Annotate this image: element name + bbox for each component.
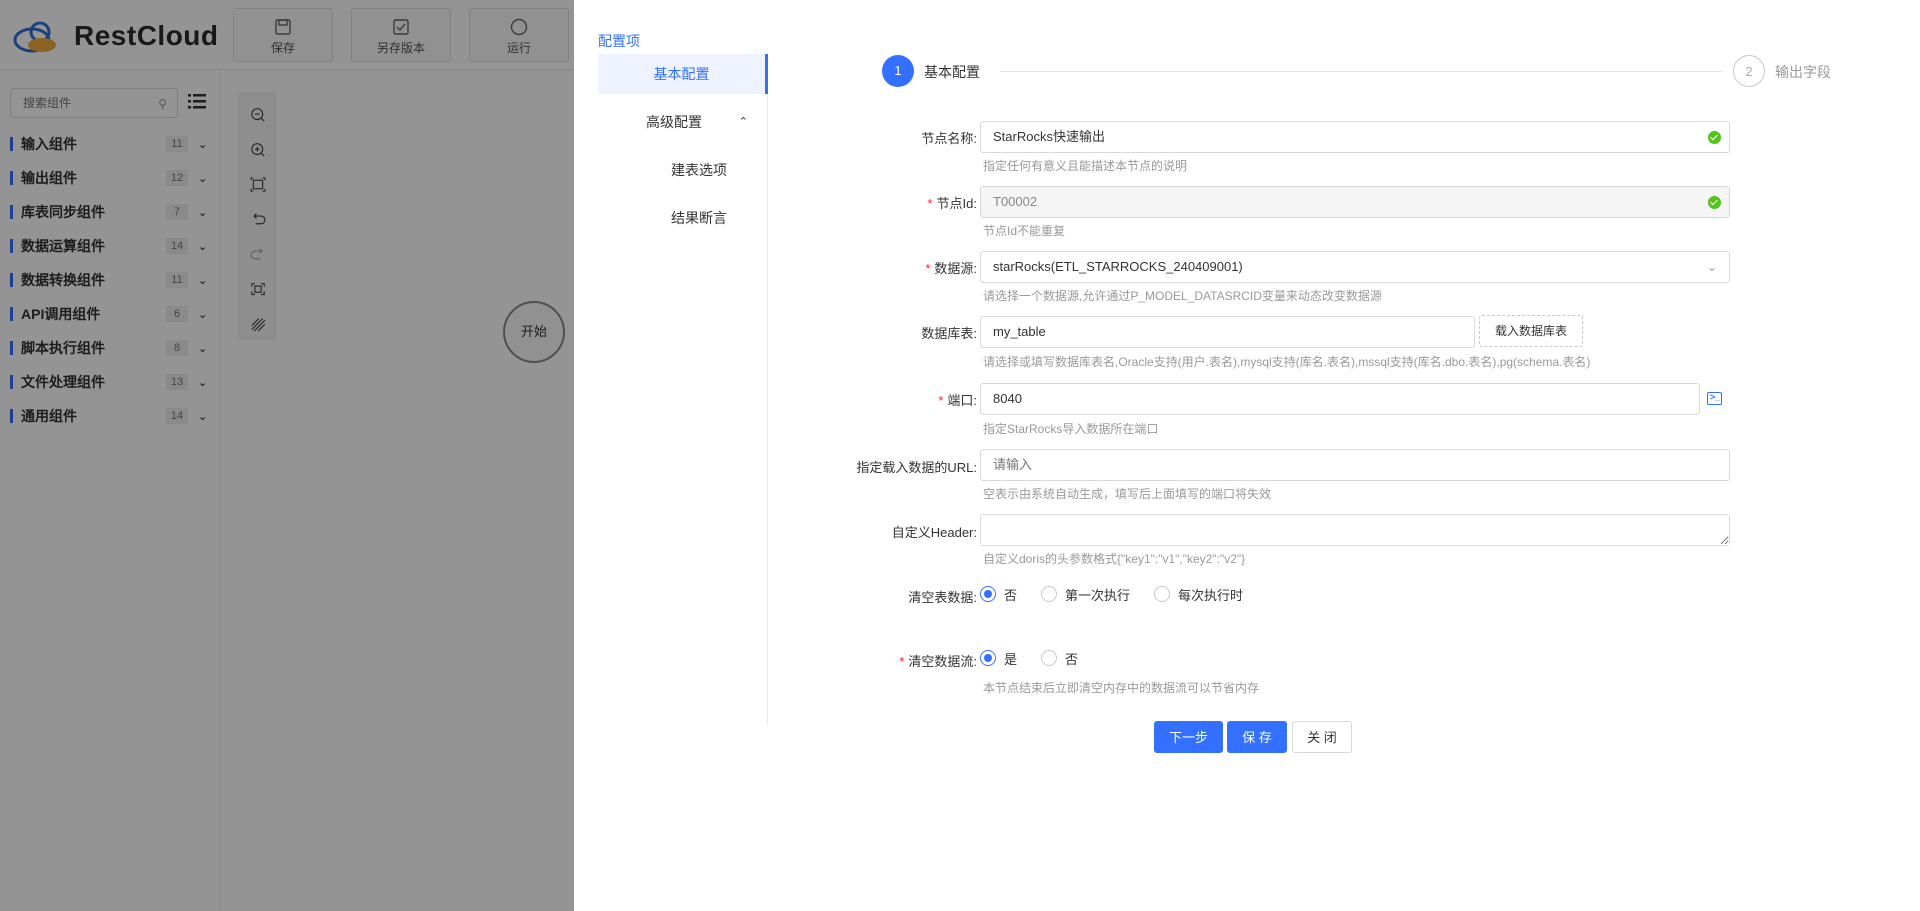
table-label: 数据库表: — [921, 326, 977, 341]
node-id-label-text: 节点Id: — [936, 196, 977, 211]
node-id-field — [980, 186, 1730, 218]
step-connector — [1000, 71, 1722, 72]
clear-stream-label: * 清空数据流: — [899, 651, 977, 670]
port-hint: 指定StarRocks导入数据所在端口 — [983, 422, 1159, 436]
url-hint: 空表示由系统自动生成，填写后上面填写的端口将失效 — [983, 487, 1272, 501]
save-button[interactable]: 保 存 — [1227, 721, 1287, 753]
url-label: 指定载入数据的URL: — [856, 460, 977, 475]
node-id-label: * 节点Id: — [927, 193, 977, 212]
config-nav: 基本配置 高级配置 ⌃ 建表选项 结果断言 — [598, 54, 768, 724]
nav-result-assertion[interactable]: 结果断言 — [598, 198, 768, 238]
step-2-label: 输出字段 — [1775, 64, 1831, 80]
table-hint: 请选择或填写数据库表名,Oracle支持(用户.表名),mysql支持(库名.表… — [983, 355, 1591, 369]
header-label: 自定义Header: — [891, 525, 977, 540]
node-id-input — [981, 187, 1729, 217]
radio-label: 每次执行时 — [1178, 587, 1244, 603]
header-textarea[interactable] — [981, 515, 1729, 545]
node-name-input[interactable] — [981, 122, 1729, 152]
clear-stream-label-text: 清空数据流: — [908, 654, 977, 669]
table-field[interactable] — [980, 316, 1475, 348]
radio-label: 第一次执行 — [1065, 587, 1131, 603]
radio-dot — [1041, 650, 1058, 666]
datasource-label-text: 数据源: — [934, 261, 977, 276]
nav-basic-config[interactable]: 基本配置 — [598, 54, 768, 94]
required-mark: * — [899, 654, 905, 669]
next-step-button[interactable]: 下一步 — [1154, 721, 1223, 753]
required-mark: * — [938, 393, 944, 408]
url-input[interactable] — [981, 450, 1729, 480]
nav-advanced-config[interactable]: 高级配置 ⌃ — [598, 102, 768, 142]
required-mark: * — [927, 196, 933, 211]
datasource-select[interactable]: starRocks(ETL_STARROCKS_240409001) ⌄ — [980, 251, 1730, 283]
nav-create-table-options[interactable]: 建表选项 — [598, 150, 768, 190]
form-labels: 节点名称: * 节点Id: * 数据源: 数据库表: * 端口: 指定载入数据的URL… — [800, 0, 977, 911]
clear-stream-hint: 本节点结束后立即清空内存中的数据流可以节省内存 — [983, 681, 1260, 695]
port-label: * 端口: — [938, 390, 977, 409]
node-name-field[interactable] — [980, 121, 1730, 153]
clear-stream-radio-group: 是 否 — [980, 648, 1102, 668]
node-name-hint: 指定任何有意义且能描述本节点的说明 — [983, 159, 1188, 173]
port-label-text: 端口: — [947, 393, 977, 408]
radio-dot — [1154, 586, 1171, 602]
port-input[interactable] — [981, 384, 1699, 414]
url-field[interactable] — [980, 449, 1730, 481]
step-indicator: 1 基本配置 2 输出字段 — [882, 55, 1842, 87]
config-title: 配置项 — [598, 33, 640, 49]
terminal-icon[interactable]: >_ — [1707, 392, 1722, 405]
check-circle-icon — [1708, 131, 1721, 144]
datasource-hint: 请选择一个数据源,允许通过P_MODEL_DATASRCID变量来动态改变数据源 — [983, 289, 1382, 303]
header-hint: 自定义doris的头参数格式{"key1":"v1","key2":"v2"} — [983, 552, 1246, 566]
radio-dot — [980, 650, 996, 666]
required-mark: * — [925, 261, 931, 276]
step-2-circle: 2 — [1733, 55, 1765, 87]
nav-advanced-label: 高级配置 — [646, 114, 702, 130]
clear-table-option-no[interactable]: 否 — [980, 585, 1017, 604]
check-circle-icon — [1708, 196, 1721, 209]
radio-label: 是 — [1004, 651, 1018, 667]
chevron-up-icon: ⌃ — [738, 116, 748, 128]
clear-table-option-every-run[interactable]: 每次执行时 — [1154, 585, 1243, 604]
clear-table-radio-group: 否 第一次执行 每次执行时 — [980, 584, 1267, 604]
clear-table-label: 清空表数据: — [908, 590, 977, 605]
radio-label: 否 — [1065, 651, 1079, 667]
clear-stream-option-yes[interactable]: 是 — [980, 649, 1017, 668]
datasource-selected-value: starRocks(ETL_STARROCKS_240409001) — [993, 259, 1243, 274]
header-field[interactable] — [980, 514, 1730, 546]
chevron-down-icon: ⌄ — [1706, 260, 1717, 274]
clear-stream-option-no[interactable]: 否 — [1041, 649, 1078, 668]
table-input[interactable] — [981, 317, 1474, 347]
close-button[interactable]: 关 闭 — [1292, 721, 1352, 753]
radio-dot — [1041, 586, 1058, 602]
radio-label: 否 — [1004, 587, 1018, 603]
port-field[interactable] — [980, 383, 1700, 415]
node-id-hint: 节点Id不能重复 — [983, 224, 1066, 238]
node-name-label: 节点名称: — [921, 131, 977, 146]
clear-table-option-first-run[interactable]: 第一次执行 — [1041, 585, 1130, 604]
load-table-button[interactable]: 载入数据库表 — [1479, 315, 1583, 347]
datasource-label: * 数据源: — [925, 258, 977, 277]
radio-dot — [980, 586, 996, 602]
